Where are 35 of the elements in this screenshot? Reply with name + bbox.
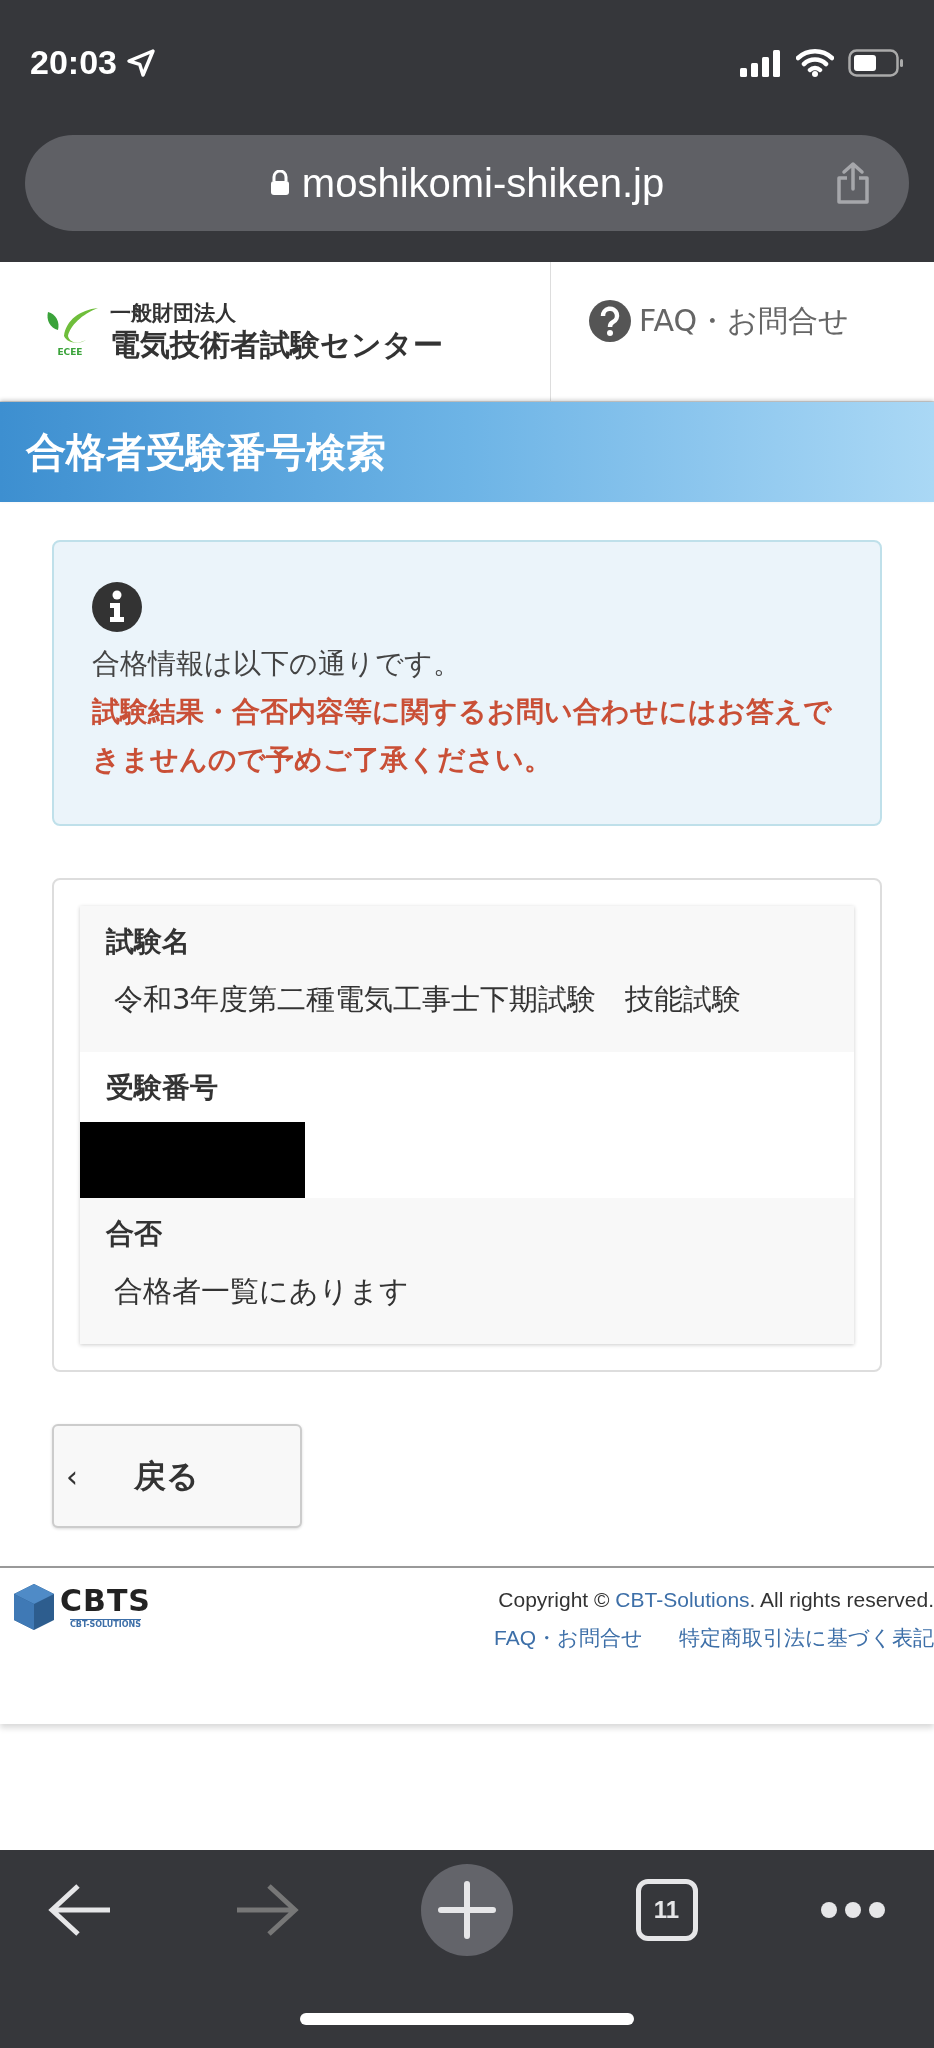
footer-link[interactable]: 特定商取引法に基づく表記 [679,1622,934,1654]
lock-icon [269,170,290,196]
field-label: 試験名 [105,924,191,960]
faq-link[interactable]: FAQ・お問合せ [551,262,934,401]
help-icon [589,300,631,342]
notice-message: 合格情報は以下の通りです。 [92,646,462,682]
notice-warning: 試験結果・合否内容等に関するお問い合わせにはお答えできませんので予めご了承ください。 [92,694,833,778]
field-value: 合格者一覧にあります [113,1273,410,1310]
field-label: 受験番号 [105,1070,219,1106]
location-arrow-icon [124,46,157,79]
address-bar[interactable]: moshikomi-shiken.jp [25,135,909,231]
more-icon[interactable] [820,1901,886,1919]
field-value: 令和3年度第二種電気工事士下期試験 技能試験 [113,981,743,1018]
back-button[interactable]: ‹ 戻る [52,1424,302,1528]
footer-link[interactable]: FAQ・お問合せ [494,1622,643,1654]
back-arrow-icon[interactable] [48,1882,112,1938]
company-link[interactable]: CBT-Solutions [615,1588,750,1611]
signal-icon [740,48,782,77]
battery-icon [848,48,904,77]
page-title: 合格者受験番号検索 [26,428,386,477]
cube-logo-icon [12,1582,56,1632]
org-name: 電気技術者試験センター [110,325,443,364]
info-icon [92,582,142,632]
tab-count-button[interactable]: 11 [635,1879,698,1941]
share-icon[interactable] [835,161,871,205]
cbts-logo-subtext: CBT-SOLUTIONS [69,1619,142,1629]
field-label: 合否 [105,1216,163,1252]
org-type: 一般財団法人 [110,299,237,326]
url-text: moshikomi-shiken.jp [301,160,665,207]
new-tab-icon[interactable] [421,1864,513,1956]
cbts-logo-text: CBTS [60,1586,151,1616]
logo-caption: ECEE [57,348,83,357]
copyright-text: Copyright © CBT-Solutions. All rights reserved. [498,1587,934,1613]
wifi-icon [796,48,834,77]
status-time: 20:03 [30,42,117,83]
